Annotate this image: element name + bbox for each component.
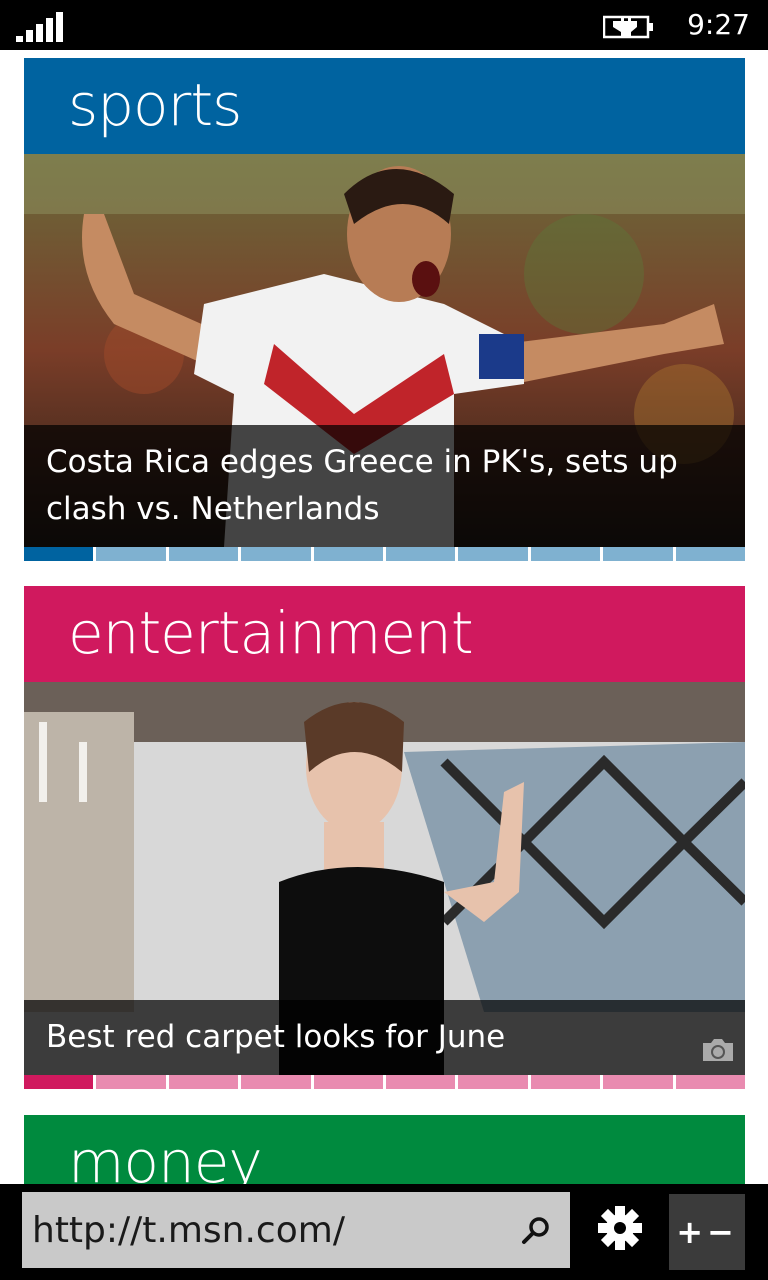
pager-segment xyxy=(313,547,384,561)
pager-segment xyxy=(96,1075,166,1089)
signal-strength-icon xyxy=(16,12,64,42)
sports-pager xyxy=(24,547,746,561)
pager-segment xyxy=(241,547,311,561)
pager-segment xyxy=(241,1075,311,1089)
sports-caption[interactable]: Costa Rica edges Greece in PK's, sets up… xyxy=(24,425,745,547)
pager-segment xyxy=(168,547,239,561)
pager-segment xyxy=(603,547,673,561)
pager-segment xyxy=(386,547,456,561)
battery-charging-icon xyxy=(603,15,653,39)
pager-segment xyxy=(530,547,601,561)
pager-segment xyxy=(24,1075,94,1089)
address-bar[interactable]: http://t.msn.com/ xyxy=(22,1192,570,1268)
pager-segment xyxy=(603,1075,673,1089)
tabs-button[interactable]: +− xyxy=(669,1194,745,1270)
sports-photo[interactable]: Costa Rica edges Greece in PK's, sets up… xyxy=(24,154,745,547)
pager-segment xyxy=(96,547,166,561)
address-text[interactable]: http://t.msn.com/ xyxy=(32,1208,345,1254)
camera-icon xyxy=(703,1039,733,1061)
sports-tile[interactable]: sports Costa Rica edges Greece in PK's, … xyxy=(24,58,746,561)
sports-header[interactable]: sports xyxy=(24,58,745,154)
pager-segment xyxy=(168,1075,239,1089)
gear-icon[interactable] xyxy=(594,1198,646,1258)
entertainment-photo[interactable]: Best red carpet looks for June xyxy=(24,682,745,1075)
sports-title: sports xyxy=(68,71,242,139)
pager-segment xyxy=(386,1075,456,1089)
status-bar: 9:27 xyxy=(0,0,768,50)
entertainment-title: entertainment xyxy=(68,599,474,667)
entertainment-tile[interactable]: entertainment Best red carpet looks for … xyxy=(24,586,746,1089)
entertainment-header[interactable]: entertainment xyxy=(24,586,745,682)
browser-app-bar: http://t.msn.com/ +− xyxy=(0,1184,768,1280)
search-icon[interactable] xyxy=(520,1214,552,1246)
pager-segment xyxy=(675,547,746,561)
pager-segment xyxy=(530,1075,601,1089)
pager-segment xyxy=(24,547,94,561)
pager-segment xyxy=(675,1075,746,1089)
pager-segment xyxy=(313,1075,384,1089)
clock: 9:27 xyxy=(687,8,750,41)
pager-segment xyxy=(458,547,528,561)
entertainment-pager xyxy=(24,1075,746,1089)
entertainment-caption[interactable]: Best red carpet looks for June xyxy=(24,1000,745,1075)
pager-segment xyxy=(458,1075,528,1089)
